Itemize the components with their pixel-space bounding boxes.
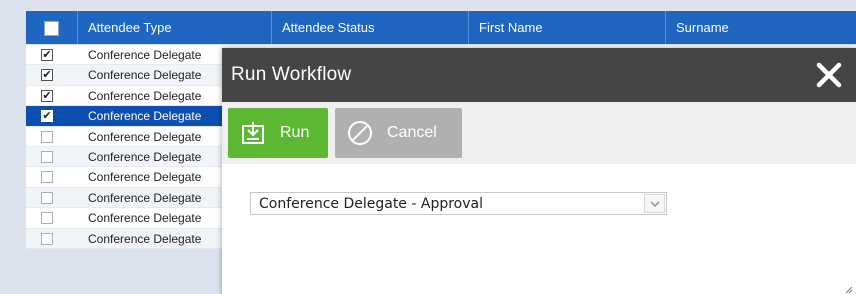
attendee-type-cell: Conference Delegate bbox=[88, 129, 202, 144]
row-checkbox[interactable]: ✔ bbox=[41, 49, 53, 61]
resize-grip-icon[interactable] bbox=[843, 281, 853, 294]
attendee-type-cell: Conference Delegate bbox=[88, 231, 202, 246]
run-button[interactable]: Run bbox=[228, 108, 328, 158]
dialog-content: Conference Delegate - Approval bbox=[222, 164, 856, 294]
attendee-type-cell: Conference Delegate bbox=[88, 88, 202, 103]
attendee-type-cell: Conference Delegate bbox=[88, 109, 202, 124]
row-checkbox[interactable] bbox=[41, 150, 53, 163]
attendee-type-cell: Conference Delegate bbox=[88, 170, 202, 185]
workflow-select-value: Conference Delegate - Approval bbox=[259, 195, 483, 212]
attendee-type-cell: Conference Delegate bbox=[88, 48, 202, 62]
attendee-type-cell: Conference Delegate bbox=[88, 211, 202, 226]
run-download-icon bbox=[228, 108, 278, 158]
dialog-toolbar: Run Cancel bbox=[222, 102, 856, 164]
cancel-circle-slash-icon bbox=[335, 108, 385, 158]
attendee-type-cell: Conference Delegate bbox=[88, 149, 202, 164]
cancel-button[interactable]: Cancel bbox=[335, 108, 462, 158]
dialog-title: Run Workflow bbox=[231, 64, 352, 85]
attendee-type-cell: Conference Delegate bbox=[88, 68, 202, 83]
select-all-checkbox[interactable] bbox=[44, 21, 59, 36]
row-checkbox[interactable] bbox=[41, 171, 53, 184]
workflow-select[interactable]: Conference Delegate - Approval bbox=[250, 192, 667, 215]
grid-header: Attendee Type Attendee Status First Name… bbox=[26, 11, 856, 44]
run-workflow-dialog: Run Workflow Run Cancel Conference Deleg… bbox=[222, 48, 856, 294]
row-checkbox[interactable] bbox=[41, 130, 53, 143]
run-button-label: Run bbox=[280, 124, 310, 141]
row-checkbox[interactable]: ✔ bbox=[41, 110, 53, 123]
chevron-down-icon[interactable] bbox=[644, 194, 665, 213]
column-header-surname[interactable]: Surname bbox=[666, 11, 856, 44]
row-checkbox[interactable] bbox=[41, 212, 53, 225]
attendee-type-cell: Conference Delegate bbox=[88, 190, 202, 205]
row-checkbox[interactable]: ✔ bbox=[41, 69, 53, 82]
cancel-button-label: Cancel bbox=[387, 124, 437, 141]
row-checkbox[interactable] bbox=[41, 191, 53, 204]
close-icon[interactable] bbox=[814, 60, 844, 90]
dialog-title-bar[interactable]: Run Workflow bbox=[222, 48, 856, 102]
row-checkbox[interactable] bbox=[41, 232, 53, 245]
row-checkbox[interactable]: ✔ bbox=[41, 89, 53, 102]
column-header-attendee-status[interactable]: Attendee Status bbox=[272, 11, 469, 44]
column-header-first-name[interactable]: First Name bbox=[469, 11, 666, 44]
column-header-attendee-type[interactable]: Attendee Type bbox=[78, 11, 272, 44]
